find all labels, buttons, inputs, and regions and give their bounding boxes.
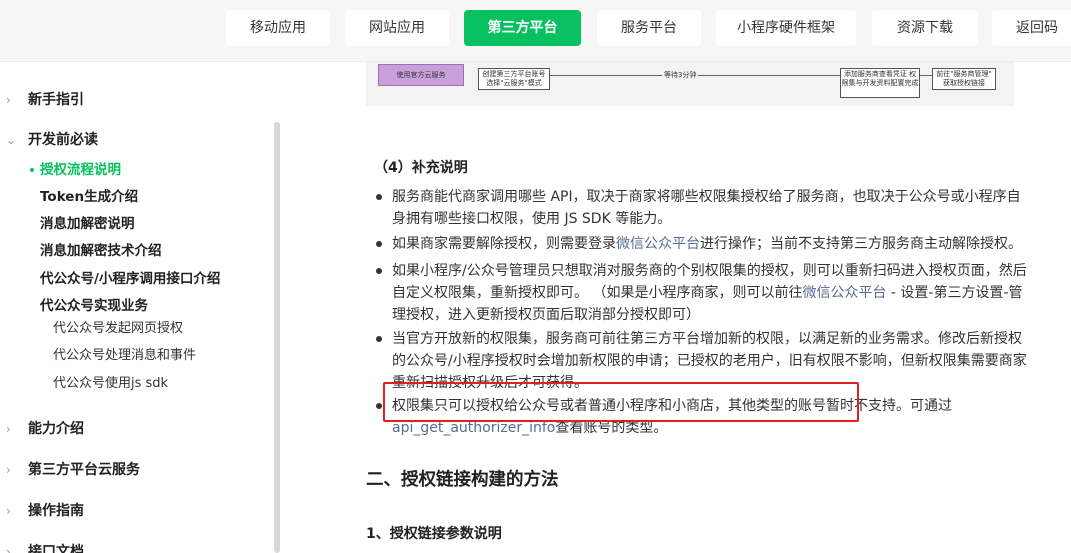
active-dot-icon (30, 168, 34, 172)
bullet-text: 服务商能代商家调用哪些 API，取决于商家将哪些权限集授权给了服务商，也取决于公… (392, 189, 1021, 227)
flow-box-create: 创建第三方平台账号 选择"云服务"模式 (478, 68, 550, 90)
sidebar-item-auth-flow[interactable]: 授权流程说明 (30, 159, 121, 181)
top-navigation: 移动应用 网站应用 第三方平台 服务平台 小程序硬件框架 资源下载 返回码 (0, 0, 1071, 62)
text-segment: 查看账号的类型。 (555, 420, 668, 436)
sidebar-section-label: 能力介绍 (28, 421, 84, 437)
bullet-icon (376, 268, 382, 274)
heading-auth-link-params: 1、授权链接参数说明 (366, 526, 502, 542)
nav-resource-download[interactable]: 资源下载 (872, 10, 978, 46)
sidebar-section-label: 新手指引 (28, 92, 84, 108)
nav-third-party-platform[interactable]: 第三方平台 (464, 10, 581, 46)
sidebar-item-proxy-business[interactable]: 代公众号实现业务 (40, 295, 148, 317)
red-highlight-box (383, 382, 859, 422)
chevron-right-icon: › (6, 504, 11, 518)
sidebar-subitem-msg-events[interactable]: 代公众号处理消息和事件 (53, 345, 196, 367)
bullet-text: 如果小程序/公众号管理员只想取消对服务商的个别权限集的授权，则可以重新扫码进入授… (392, 260, 1032, 326)
bullet-icon (376, 336, 382, 342)
bullet-text: 如果商家需要解除授权，则需要登录微信公众平台进行操作；当前不支持第三方服务商主动… (392, 233, 1032, 255)
text-segment: 如果商家需要解除授权，则需要登录 (392, 236, 616, 252)
bullet-icon (376, 403, 382, 409)
sidebar-item-msg-encrypt-tech[interactable]: 消息加解密技术介绍 (40, 240, 162, 262)
heading-auth-link-build: 二、授权链接构建的方法 (366, 470, 559, 490)
sidebar-scrollbar[interactable] (274, 122, 280, 553)
bullet-icon (376, 194, 382, 200)
section-title: （4）补充说明 (374, 160, 468, 176)
wechat-mp-link[interactable]: 微信公众平台 (616, 236, 700, 252)
flow-diagram-image: 使用官方云服务 创建第三方平台账号 选择"云服务"模式 等待3分钟 添加服务商查… (366, 62, 1014, 106)
flow-wait-label: 等待3分钟 (662, 70, 699, 80)
sidebar-section-label: 开发前必读 (28, 132, 98, 148)
sidebar-item-label: 授权流程说明 (40, 162, 121, 178)
chevron-right-icon: › (6, 93, 11, 107)
sidebar-section-label: 接口文档 (28, 544, 84, 553)
text-segment: 进行操作；当前不支持第三方服务商主动解除授权。 (700, 236, 1022, 252)
main-content: 使用官方云服务 创建第三方平台账号 选择"云服务"模式 等待3分钟 添加服务商查… (282, 62, 1071, 553)
api-get-authorizer-info-link[interactable]: api_get_authorizer_info (392, 420, 555, 436)
sidebar-item-token[interactable]: Token生成介绍 (40, 186, 138, 208)
chevron-down-icon: ⌄ (6, 133, 17, 147)
nav-website-app[interactable]: 网站应用 (345, 10, 449, 46)
nav-mobile-app[interactable]: 移动应用 (226, 10, 330, 46)
chevron-right-icon: › (6, 422, 11, 436)
sidebar: › 新手指引 ⌄ 开发前必读 授权流程说明 Token生成介绍 消息加解密说明 … (0, 62, 282, 553)
nav-miniprogram-hardware[interactable]: 小程序硬件框架 (716, 10, 856, 46)
sidebar-subitem-web-auth[interactable]: 代公众号发起网页授权 (53, 318, 183, 340)
chevron-right-icon: › (6, 463, 11, 477)
flow-box-link: 前往"服务商管理" 获取授权链接 (932, 68, 996, 90)
flow-box-config: 添加服务商查看凭证 权限集与开发资料配置完成 (840, 68, 920, 98)
sidebar-item-msg-encrypt[interactable]: 消息加解密说明 (40, 213, 135, 235)
sidebar-item-proxy-api[interactable]: 代公众号/小程序调用接口介绍 (40, 268, 220, 290)
sidebar-subitem-jssdk[interactable]: 代公众号使用js sdk (53, 373, 168, 395)
nav-return-code[interactable]: 返回码 (992, 10, 1071, 46)
bullet-icon (376, 241, 382, 247)
flow-arrow-line (920, 75, 932, 76)
nav-service-platform[interactable]: 服务平台 (597, 10, 701, 46)
sidebar-section-label: 操作指南 (28, 503, 84, 519)
chevron-right-icon: › (6, 545, 11, 553)
sidebar-section-label: 第三方平台云服务 (28, 462, 140, 478)
wechat-mp-link[interactable]: 微信公众平台 (802, 285, 886, 301)
flow-start-box: 使用官方云服务 (378, 64, 464, 86)
